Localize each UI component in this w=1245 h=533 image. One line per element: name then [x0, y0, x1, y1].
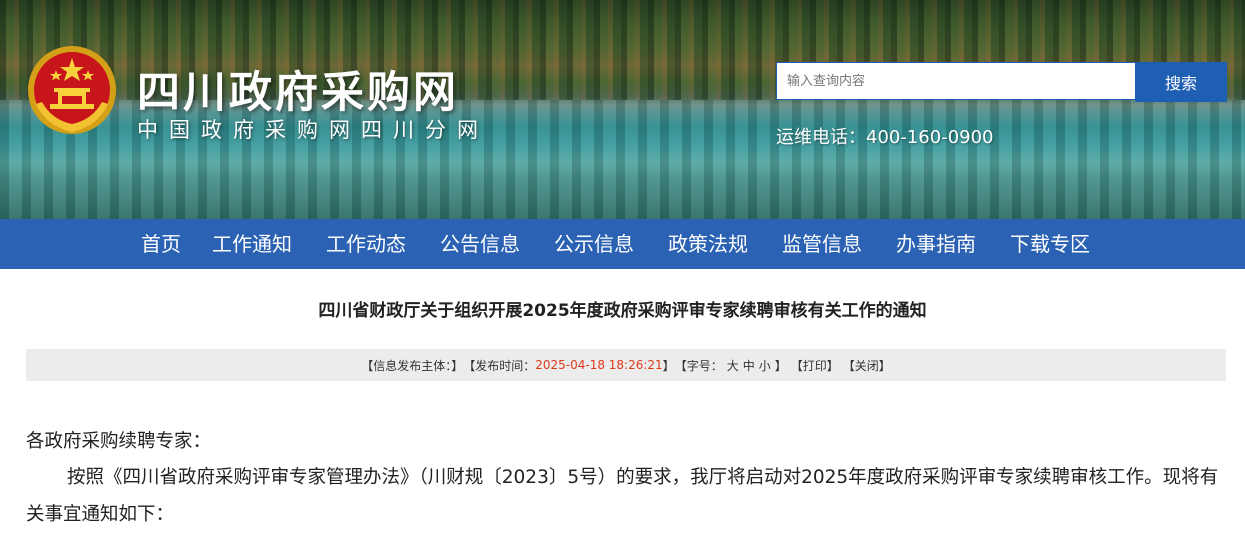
article-title: 四川省财政厅关于组织开展2025年度政府采购评审专家续聘审核有关工作的通知: [318, 301, 927, 321]
nav-item-announcements[interactable]: 公告信息: [440, 219, 520, 269]
nav-item-supervision[interactable]: 监管信息: [782, 219, 862, 269]
publisher-label: 【信息发布主体：】: [361, 358, 464, 373]
site-title: 四川政府采购网: [137, 68, 459, 118]
national-emblem-icon: [26, 44, 118, 136]
search-input[interactable]: [776, 62, 1136, 100]
main-nav: 首页 工作通知 工作动态 公告信息 公示信息 政策法规 监管信息 办事指南 下载…: [0, 219, 1245, 269]
nav-item-home[interactable]: 首页: [141, 219, 181, 269]
font-size-large-link[interactable]: 大: [727, 357, 739, 374]
header-banner: 四川政府采购网 中国政府采购网四川分网 搜索 运维电话：400-160-0900: [0, 0, 1245, 219]
publish-time-label: 【发布时间：: [463, 358, 536, 373]
publish-time-close: 】: [662, 358, 675, 373]
article-greeting: 各政府采购续聘专家：: [26, 431, 212, 452]
font-size-small-link[interactable]: 小: [759, 357, 771, 374]
search-button[interactable]: 搜索: [1135, 62, 1227, 102]
close-link[interactable]: 【关闭】: [843, 357, 891, 374]
nav-item-guide[interactable]: 办事指南: [896, 219, 976, 269]
article-paragraph: 按照《四川省政府采购评审专家管理办法》（川财规〔2023〕5号）的要求，我厅将启…: [26, 467, 1219, 525]
nav-item-policies[interactable]: 政策法规: [668, 219, 748, 269]
nav-item-work-news[interactable]: 工作动态: [326, 219, 406, 269]
publish-time-value: 2025-04-18 18:26:21: [535, 358, 663, 372]
nav-item-downloads[interactable]: 下载专区: [1010, 219, 1090, 269]
font-size-label: 【字号：: [674, 358, 723, 373]
nav-item-publicity[interactable]: 公示信息: [554, 219, 634, 269]
print-link[interactable]: 【打印】: [791, 357, 839, 374]
font-size-medium-link[interactable]: 中: [743, 357, 755, 374]
font-size-close: 】: [774, 358, 787, 373]
support-hotline: 运维电话：400-160-0900: [776, 127, 994, 148]
nav-item-work-notices[interactable]: 工作通知: [212, 219, 292, 269]
site-subtitle: 中国政府采购网四川分网: [137, 118, 489, 142]
article-meta-bar: 【信息发布主体：】 【发布时间： 2025-04-18 18:26:21 】 【…: [26, 349, 1226, 381]
